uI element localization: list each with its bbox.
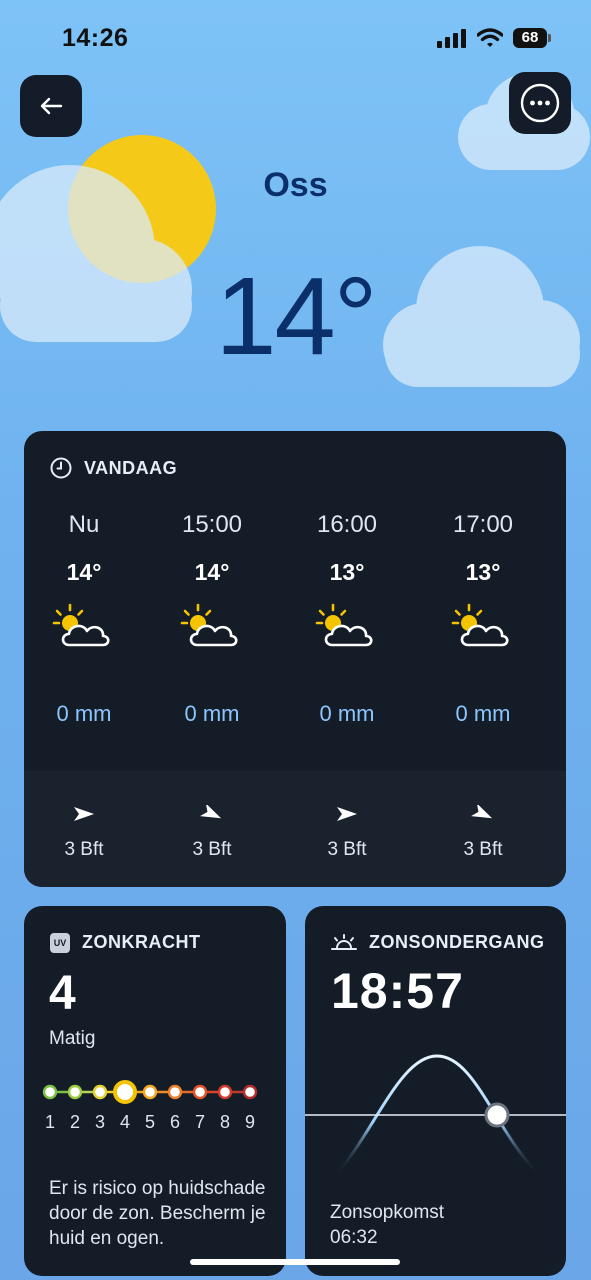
wind-forecast: 3 Bft 3 Bft 3 Bft 3 Bft	[24, 771, 566, 887]
wind-arrow-southeast-icon	[471, 805, 493, 819]
more-horizontal-icon	[520, 83, 560, 123]
sunrise-time: 06:32	[330, 1227, 378, 1248]
sunset-card[interactable]: ZONSONDERGANG 18:57 Zonsopkomst 06:32	[305, 906, 566, 1276]
cellular-signal-icon	[437, 29, 466, 48]
uv-badge-icon: UV	[50, 932, 70, 953]
uv-scale-label: 9	[245, 1112, 255, 1132]
uv-scale-dot	[67, 1084, 83, 1100]
sunset-icon	[331, 933, 357, 950]
wind-arrow-east-icon	[337, 807, 357, 821]
clock-icon	[50, 457, 72, 479]
uv-scale-dot	[192, 1084, 208, 1100]
sunrise-label: Zonsopkomst	[330, 1202, 445, 1223]
hour-precipitation: 0 mm	[319, 701, 375, 726]
wind-column: 3 Bft	[24, 805, 144, 861]
uv-description: Er is risico op huidschade door de zon. …	[49, 1178, 266, 1249]
hour-column: 16:00 13° 0 mm	[287, 511, 407, 727]
sunset-card-header: ZONSONDERGANG	[331, 932, 545, 953]
hourly-forecast: Nu 14° 0 mm 15:00 14° 0 mm 16:00 13° 0 m…	[24, 511, 566, 771]
hour-precipitation: 0 mm	[56, 701, 112, 726]
uv-value: 4	[49, 967, 76, 1020]
status-bar: 14:26 68	[0, 0, 591, 80]
hour-column: Nu 14° 0 mm	[24, 511, 144, 727]
uv-scale-dot	[242, 1084, 258, 1100]
uv-scale-dot	[142, 1084, 158, 1100]
more-options-button[interactable]	[509, 72, 571, 134]
hour-column: 15:00 14° 0 mm	[152, 511, 272, 727]
uv-scale-dot	[217, 1084, 233, 1100]
battery-indicator: 68	[513, 28, 551, 48]
status-icons: 68	[437, 28, 551, 48]
wind-speed: 3 Bft	[463, 839, 503, 860]
battery-tip	[548, 34, 551, 42]
hour-precipitation: 0 mm	[455, 701, 511, 726]
wind-arrow-east-icon	[74, 807, 94, 821]
uv-scale: 123456789	[42, 1080, 258, 1132]
hour-precipitation: 0 mm	[184, 701, 240, 726]
arrow-left-icon	[40, 97, 63, 115]
sun-position-marker	[484, 1102, 510, 1128]
wind-column: 3 Bft	[287, 805, 407, 861]
sunset-time: 18:57	[331, 963, 464, 1019]
partly-cloudy-icon	[52, 603, 110, 647]
uv-scale-label: 6	[170, 1112, 180, 1132]
today-card-header: VANDAAG	[50, 457, 177, 479]
hour-column: 17:00 13° 0 mm	[423, 511, 543, 727]
hour-temperature: 14°	[66, 559, 102, 585]
uv-scale-label: 7	[195, 1112, 205, 1132]
city-name: Oss	[263, 166, 328, 204]
wind-column: 3 Bft	[423, 805, 543, 861]
hour-label: Nu	[68, 511, 100, 538]
hour-label: 15:00	[181, 511, 243, 538]
uv-scale-label: 3	[95, 1112, 105, 1132]
hour-label: 17:00	[452, 511, 514, 538]
wind-column: 3 Bft	[152, 805, 272, 861]
uv-scale-dot	[42, 1084, 58, 1100]
uv-index-card[interactable]: UV ZONKRACHT 4 Matig 123456789 Er is ris…	[24, 906, 286, 1276]
hour-label: 16:00	[316, 511, 378, 538]
uv-scale-label: 5	[145, 1112, 155, 1132]
partly-cloudy-icon	[451, 603, 509, 647]
uv-title: ZONKRACHT	[82, 932, 201, 952]
uv-card-header: UV ZONKRACHT	[50, 932, 201, 953]
partly-cloudy-icon	[180, 603, 238, 647]
uv-level: Matig	[49, 1028, 96, 1049]
wind-speed: 3 Bft	[192, 839, 232, 860]
sunset-title: ZONSONDERGANG	[369, 932, 545, 952]
battery-level: 68	[513, 28, 547, 48]
uv-scale-label: 1	[45, 1112, 55, 1132]
hour-temperature: 14°	[194, 559, 230, 585]
uv-scale-label: 8	[220, 1112, 230, 1132]
status-time: 14:26	[62, 24, 129, 52]
uv-scale-dot	[167, 1084, 183, 1100]
current-temperature: 14°	[215, 255, 377, 378]
wind-speed: 3 Bft	[64, 839, 104, 860]
wifi-icon	[477, 28, 503, 47]
today-forecast-card[interactable]: VANDAAG Nu 14° 0 mm 15:00 14° 0 mm 16:00…	[24, 431, 566, 887]
hour-temperature: 13°	[465, 559, 501, 585]
sun-path-graph	[305, 1054, 566, 1178]
home-indicator[interactable]	[190, 1259, 400, 1265]
hour-temperature: 13°	[329, 559, 365, 585]
partly-cloudy-icon	[315, 603, 373, 647]
wind-arrow-southeast-icon	[200, 805, 222, 819]
uv-scale-label: 2	[70, 1112, 80, 1132]
wind-speed: 3 Bft	[327, 839, 367, 860]
uv-scale-dot	[92, 1084, 108, 1100]
uv-scale-current-dot	[113, 1080, 137, 1104]
uv-scale-label: 4	[120, 1112, 130, 1132]
back-button[interactable]	[20, 75, 82, 137]
today-title: VANDAAG	[84, 457, 178, 478]
